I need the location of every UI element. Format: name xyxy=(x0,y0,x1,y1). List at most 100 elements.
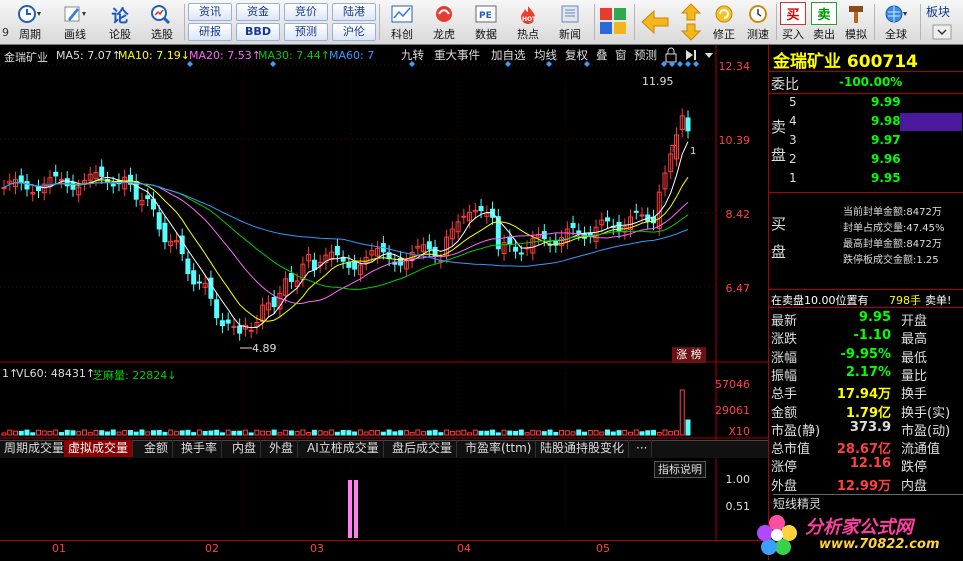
shanghai-london-button[interactable]: 沪伦 xyxy=(332,23,376,41)
toolbar-period-button[interactable]: 周期 xyxy=(10,2,50,42)
volume-bar xyxy=(76,431,82,436)
stat-label: 总市值 xyxy=(771,442,811,458)
sell-book-row-2[interactable]: 2 9.96 xyxy=(789,152,919,171)
volume-bar xyxy=(260,430,266,436)
stat-label: 市盈(静) xyxy=(771,423,821,439)
candle-body xyxy=(162,222,168,243)
volume-bar xyxy=(679,389,685,436)
back-arrow-icon[interactable] xyxy=(640,8,670,36)
forecast-button[interactable]: 预测 xyxy=(284,23,328,41)
volume-bar xyxy=(179,430,185,436)
toolbar-buy-button[interactable]: 买 买入 xyxy=(778,2,808,42)
tab-northbound-holdings[interactable]: 陆股通持股变化 xyxy=(536,440,630,457)
main-toolbar: 9 周期 画线 论 论股 选股 资讯 资金 竞价 陆港 研报 BBD 预测 沪伦… xyxy=(0,0,963,45)
indicator-bar xyxy=(354,480,358,538)
ma10-line xyxy=(3,176,689,322)
down-arrow-icon[interactable] xyxy=(680,22,702,42)
toolbar-hot-button[interactable]: HOT 热点 xyxy=(508,2,548,42)
research-report-button[interactable]: 研报 xyxy=(188,23,232,41)
volume-bar xyxy=(47,431,53,436)
grid-layout-icon[interactable] xyxy=(598,6,628,36)
volume-bar xyxy=(352,431,358,436)
limit-up-list-button[interactable]: 涨 榜 xyxy=(672,347,706,363)
weibi-value: -100.00% xyxy=(839,75,903,89)
sell-book-row-5[interactable]: 5 9.99 xyxy=(789,95,919,114)
auction-button[interactable]: 竞价 xyxy=(284,3,328,21)
volume-bar xyxy=(168,429,174,436)
volume-bar xyxy=(219,432,225,436)
hk-connect-button[interactable]: 陆港 xyxy=(332,3,376,21)
volume-bar xyxy=(386,429,392,436)
sell-position-text: 在卖盘10.00位置有 xyxy=(771,294,869,307)
volume-axis-label: 57046 xyxy=(715,378,750,391)
flower-logo-icon xyxy=(757,515,797,555)
toolbar-speed-test-button[interactable]: 测速 xyxy=(740,2,776,42)
volume-bar xyxy=(628,431,634,436)
candle-body xyxy=(219,320,225,327)
event-marker-icon xyxy=(187,61,193,67)
stat-label: 跌停 xyxy=(901,460,928,476)
sell-book-row-3[interactable]: 3 9.97 xyxy=(789,133,919,152)
toolbar-label: 新闻 xyxy=(559,28,581,41)
volume-bar xyxy=(196,429,202,436)
tab-virtual-volume[interactable]: 虚拟成交量 xyxy=(64,440,134,457)
candle-body xyxy=(53,171,59,177)
stat-row: 总手 17.94万 换手 xyxy=(771,383,961,402)
volume-bar xyxy=(231,430,237,436)
tab-ai-volume[interactable]: AI立桩成交量 xyxy=(303,440,384,457)
bbd-button[interactable]: BBD xyxy=(236,23,280,41)
ma60-line xyxy=(3,181,689,267)
sell-book-row-1[interactable]: 1 9.95 xyxy=(789,171,919,190)
tab-inner-volume[interactable]: 内盘 xyxy=(228,440,262,457)
volume-bar xyxy=(288,430,294,436)
volume-bar xyxy=(432,429,438,436)
toolbar-dragon-tiger-button[interactable]: 龙虎 xyxy=(424,2,464,42)
toolbar-sell-button[interactable]: 卖 卖出 xyxy=(809,2,839,42)
candle-body xyxy=(271,297,277,308)
watermark-logo: 分析家公式网 www.70822.com xyxy=(753,507,963,559)
toolbar-global-button[interactable]: 全球 xyxy=(876,2,916,42)
volume-bar xyxy=(306,431,312,436)
stat-label: 量比 xyxy=(901,368,928,384)
volume-bar xyxy=(547,429,553,436)
volume-bar xyxy=(173,431,179,436)
stats-table: 最新 9.95 开盘 涨跌 -1.10 最高 涨幅 -9.95% 最低 振幅 2.17% 量比 总手 17… xyxy=(769,310,963,495)
toolbar-star-market-button[interactable]: 科创 xyxy=(382,2,422,42)
news-info-button[interactable]: 资讯 xyxy=(188,3,232,21)
tab-period-volume[interactable]: 周期成交量 xyxy=(0,440,70,457)
indicator-help-button[interactable]: 指标说明 xyxy=(654,461,706,478)
volume-bar xyxy=(99,430,105,436)
stat-value: -9.95% xyxy=(840,346,892,362)
tab-turnover[interactable]: 换手率 xyxy=(177,440,223,457)
toolbar-sector-button[interactable]: 板块 xyxy=(926,3,960,19)
funds-button[interactable]: 资金 xyxy=(236,3,280,21)
volume-bar xyxy=(81,429,87,436)
stat-row: 金额 1.79亿 换手(实) xyxy=(771,402,961,421)
toolbar-fix-button[interactable]: 修正 xyxy=(706,2,742,42)
sell-position-tag: 卖单! xyxy=(925,294,952,307)
toolbar-news-button[interactable]: 新闻 xyxy=(550,2,590,42)
tab-pe-ttm[interactable]: 市盈率(ttm) xyxy=(461,440,537,457)
chevron-down-icon[interactable] xyxy=(932,24,952,40)
seal-info-line: 最高封单金额:8472万 xyxy=(843,239,942,250)
toolbar-simulate-button[interactable]: 模拟 xyxy=(840,2,872,42)
price-axis-label: 12.34 xyxy=(718,60,751,73)
toolbar-data-button[interactable]: PE 数据 xyxy=(466,2,506,42)
tab-after-hours-volume[interactable]: 盘后成交量 xyxy=(388,440,458,457)
stat-label: 最新 xyxy=(771,314,798,329)
toolbar-select-stock-button[interactable]: 选股 xyxy=(142,2,182,42)
stat-row: 外盘 12.99万 内盘 xyxy=(771,475,961,494)
volume-bar xyxy=(191,432,197,436)
volume-bar xyxy=(651,429,657,436)
toolbar-discuss-button[interactable]: 论 论股 xyxy=(100,2,140,42)
stat-value: -1.10 xyxy=(853,328,891,344)
volume-bar xyxy=(104,431,110,436)
volume-bar xyxy=(346,430,352,436)
stat-label: 市盈(动) xyxy=(901,423,951,439)
tab-amount[interactable]: 金额 xyxy=(140,440,174,457)
toolbar-label: 卖出 xyxy=(813,28,835,41)
up-arrow-icon[interactable] xyxy=(680,2,702,22)
toolbar-draw-button[interactable]: 画线 xyxy=(55,2,95,42)
tab-outer-volume[interactable]: 外盘 xyxy=(265,440,299,457)
tab-more[interactable]: ··· xyxy=(632,440,653,457)
